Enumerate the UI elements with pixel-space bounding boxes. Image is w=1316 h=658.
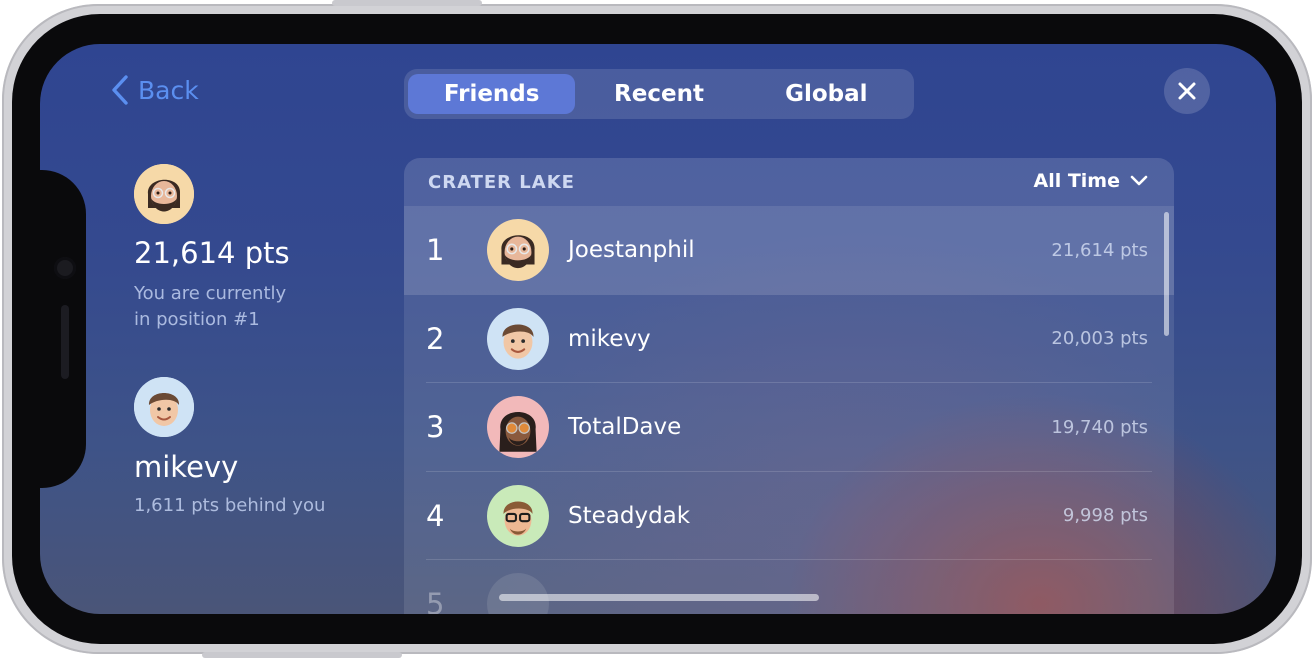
chevron-down-icon	[1130, 175, 1148, 186]
bearded-glasses-avatar-icon	[487, 219, 549, 282]
leaderboard-row[interactable]: 3 TotalDave 19,740 pts	[404, 383, 1174, 472]
leaderboard-list: 1 Joestanphil 21,614 pts 2 mikevy 20,003…	[404, 206, 1174, 614]
player-name: mikevy	[568, 325, 651, 352]
back-button[interactable]: Back	[110, 74, 199, 106]
player-name: TotalDave	[568, 414, 682, 441]
my-position: You are currently in position #1	[134, 281, 334, 333]
home-indicator[interactable]	[499, 594, 819, 601]
player-avatar	[487, 396, 549, 459]
side-button	[202, 652, 402, 658]
rival-avatar	[134, 377, 194, 437]
young-man-avatar-icon	[487, 307, 549, 370]
player-avatar	[487, 219, 549, 282]
rank-number: 5	[426, 587, 445, 614]
rank-number: 3	[426, 410, 445, 445]
back-label: Back	[138, 75, 199, 105]
notch	[40, 170, 86, 488]
leaderboard-row[interactable]: 2 mikevy 20,003 pts	[404, 295, 1174, 383]
player-avatar	[487, 484, 549, 547]
rank-number: 4	[426, 498, 445, 533]
player-avatar	[487, 307, 549, 370]
screen: Back Friends Recent Global 21,614 pts Yo…	[40, 44, 1276, 614]
leaderboard-row[interactable]: 5	[404, 560, 1174, 614]
bearded-glasses-avatar-icon	[134, 164, 194, 224]
scrollbar[interactable]	[1164, 212, 1169, 336]
player-points: 9,998 pts	[1062, 505, 1148, 527]
player-points: 20,003 pts	[1051, 328, 1148, 350]
leaderboard-header: CRATER LAKE All Time	[404, 158, 1174, 206]
position-line-2: in position #1	[134, 309, 260, 330]
tab-recent[interactable]: Recent	[575, 74, 742, 114]
leaderboard-card: CRATER LAKE All Time 1 Joestanphil 21,61…	[404, 158, 1174, 614]
rival-name: mikevy	[134, 450, 239, 484]
my-points: 21,614 pts	[134, 236, 290, 270]
tab-friends[interactable]: Friends	[408, 74, 576, 114]
chevron-left-icon	[112, 75, 128, 105]
position-line-1: You are currently	[134, 283, 287, 304]
scope-segmented-control[interactable]: Friends Recent Global	[404, 69, 914, 119]
rival-gap: 1,611 pts behind you	[134, 495, 326, 516]
time-filter-label: All Time	[1033, 170, 1120, 192]
rank-number: 1	[426, 233, 445, 268]
camera-icon	[54, 257, 76, 279]
volume-button	[332, 0, 482, 6]
rank-number: 2	[426, 321, 445, 356]
time-filter-dropdown[interactable]: All Time	[1033, 170, 1148, 192]
close-button[interactable]	[1164, 68, 1210, 114]
my-avatar	[134, 164, 194, 224]
speaker-grille	[61, 305, 69, 379]
player-points: 19,740 pts	[1051, 416, 1148, 438]
tab-global[interactable]: Global	[743, 74, 910, 114]
player-name: Joestanphil	[568, 237, 695, 264]
leaderboard-title: CRATER LAKE	[428, 172, 575, 193]
glasses-man-avatar-icon	[487, 484, 549, 547]
young-man-avatar-icon	[134, 377, 194, 437]
leaderboard-row[interactable]: 4 Steadydak 9,998 pts	[404, 472, 1174, 560]
player-points: 21,614 pts	[1051, 239, 1148, 261]
player-name: Steadydak	[568, 502, 691, 529]
dreadlocks-sunglasses-avatar-icon	[487, 396, 549, 459]
close-icon	[1178, 82, 1196, 100]
leaderboard-row[interactable]: 1 Joestanphil 21,614 pts	[404, 206, 1174, 295]
